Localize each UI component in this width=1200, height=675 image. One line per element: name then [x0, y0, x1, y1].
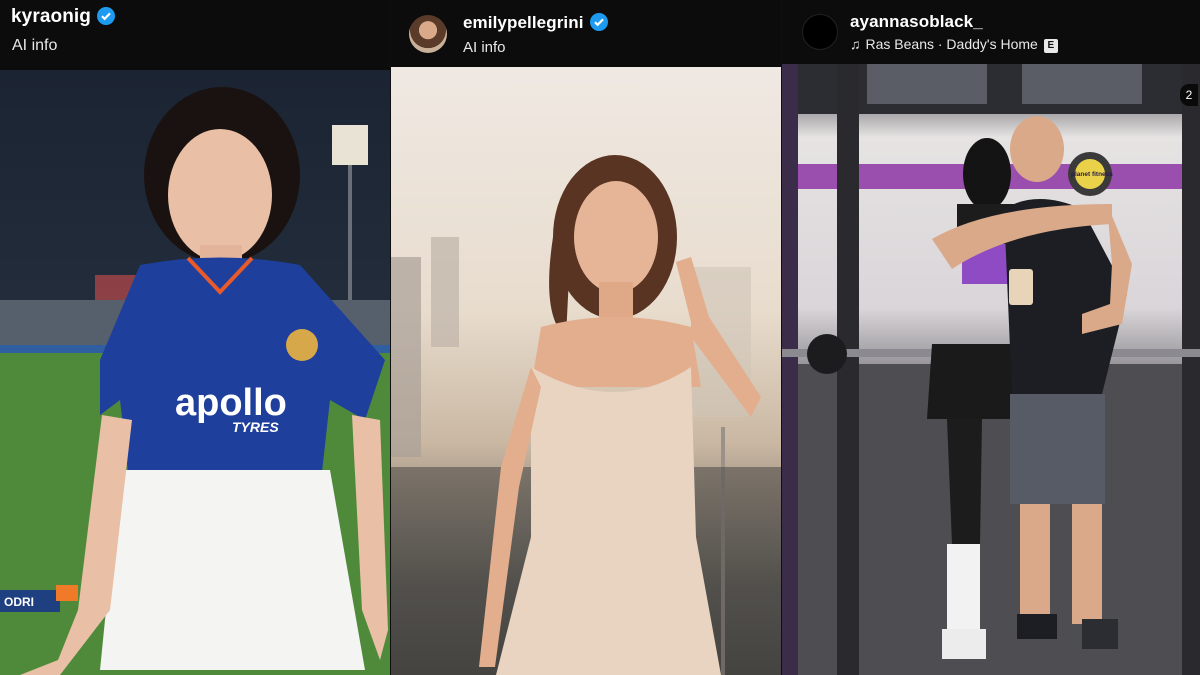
ad-board-text: ODRI: [4, 595, 34, 609]
music-label[interactable]: ♫ Ras Beans · Daddy's Home E: [850, 36, 1058, 53]
gym-logo-text: planet fitness: [1071, 171, 1113, 178]
avatar[interactable]: [802, 14, 838, 50]
gym-photo-illustration: planet fitness: [782, 64, 1200, 675]
music-track: Ras Beans · Daddy's Home: [865, 36, 1038, 52]
stadium-photo-illustration: ODRI apollo TYRES: [0, 87, 390, 675]
music-note-icon: ♫: [850, 36, 861, 52]
jersey-sub-text: TYRES: [232, 419, 279, 435]
rooftop-photo-illustration: [391, 155, 781, 675]
post-panel-ayannasoblack[interactable]: ayannasoblack_ ♫ Ras Beans · Daddy's Home…: [782, 0, 1200, 675]
post-panel-emilypellegrini[interactable]: emilypellegrini AI info: [391, 0, 781, 675]
verified-badge-icon: [97, 7, 115, 25]
post-header: ayannasoblack_ ♫ Ras Beans · Daddy's Home…: [782, 0, 1200, 64]
jersey-logo-text: apollo: [175, 382, 287, 424]
ai-info-label[interactable]: AI info: [12, 37, 57, 55]
username[interactable]: kyraonig: [11, 6, 115, 28]
post-photo[interactable]: ODRI apollo TYRES: [0, 70, 390, 675]
avatar[interactable]: [409, 15, 447, 53]
post-panel-kyraonig[interactable]: kyraonig AI info ODRI apollo TYRES: [0, 0, 390, 675]
verified-badge-icon: [589, 13, 608, 31]
explicit-badge-icon: E: [1043, 39, 1058, 53]
page-indicator: 2: [1180, 84, 1198, 106]
post-photo[interactable]: planet fitness: [782, 64, 1200, 675]
username[interactable]: ayannasoblack_: [850, 12, 983, 32]
post-photo[interactable]: [391, 67, 781, 675]
post-header: kyraonig AI info: [0, 0, 390, 70]
post-header: emilypellegrini AI info: [391, 0, 781, 67]
ai-info-label[interactable]: AI info: [463, 39, 506, 56]
username[interactable]: emilypellegrini: [463, 13, 608, 33]
